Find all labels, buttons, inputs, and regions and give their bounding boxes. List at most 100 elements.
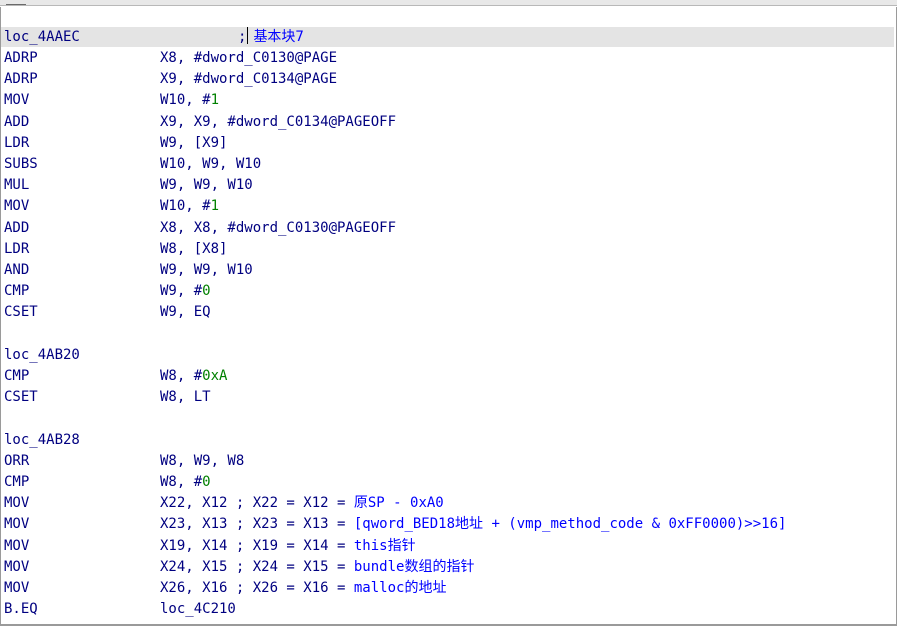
operands: W10, #1	[160, 196, 219, 216]
mnemonic: CMP	[4, 283, 30, 300]
mnemonic: MOV	[4, 580, 30, 596]
code-label-line[interactable]: loc_4AB28	[1, 430, 894, 450]
disassembly-view[interactable]: loc_4AAEC ; 基本块7 ADRP X8, #dword_C0130@PAG…	[0, 7, 897, 626]
operand-text: W10, W9, W10	[160, 156, 262, 172]
immediate-value: 0xA	[202, 368, 228, 384]
immediate-value: 1	[210, 198, 220, 215]
inline-comment: 原SP - 0xA0	[353, 495, 444, 512]
operands: W8, W9, W8	[160, 451, 244, 471]
code-line[interactable]: CMP W8, #0xA	[1, 366, 894, 386]
code-line[interactable]: MOV X24, X15 ; X24 = X15 = bundle数组的指针	[1, 557, 894, 577]
operand-text: W8, [X8]	[160, 240, 228, 257]
immediate-value: 0	[202, 474, 211, 490]
operand-text: W10, #	[160, 198, 211, 215]
code-line[interactable]: ADD X9, X9, #dword_C0134@PAGEOFF	[1, 112, 894, 132]
code-line[interactable]: CSET W9, EQ	[1, 302, 894, 322]
block-label[interactable]: loc_4AB28	[4, 430, 80, 450]
code-line[interactable]: ORR W8, W9, W8	[1, 451, 894, 471]
mnemonic: MOV	[4, 537, 30, 554]
mnemonic: ADD	[4, 219, 30, 236]
code-line[interactable]: LDR W9, [X9]	[1, 133, 894, 153]
operand-text: X26, X16 ; X26 = X16 =	[160, 580, 354, 596]
code-line[interactable]: MOV X26, X16 ; X26 = X16 = malloc的地址	[1, 578, 894, 598]
operand-text: W8, W9, W8	[160, 452, 245, 469]
mnemonic: CMP	[4, 368, 30, 384]
operand-text: X9, X9, #dword_C0134@PAGEOFF	[160, 113, 397, 130]
code-line[interactable]: ADD X8, X8, #dword_C0130@PAGEOFF	[1, 218, 894, 238]
block-comment: 基本块7	[253, 29, 304, 45]
mnemonic: MOV	[4, 558, 30, 575]
text-cursor	[247, 27, 249, 44]
code-label-line[interactable]: loc_4AB20	[1, 345, 894, 365]
operand-text: X19, X14 ; X19 = X14 =	[160, 537, 354, 554]
code-line-header[interactable]: loc_4AAEC ; 基本块7	[1, 27, 894, 47]
mnemonic: ADRP	[4, 71, 38, 88]
code-line[interactable]: CMP W9, #0	[1, 281, 894, 301]
operands: W10, W9, W10	[160, 154, 261, 174]
code-line[interactable]: ADRP X8, #dword_C0130@PAGE	[1, 48, 894, 68]
operand-text: X22, X12 ; X22 = X12 =	[160, 495, 354, 512]
operands: X9, #dword_C0134@PAGE	[160, 69, 337, 89]
code-line[interactable]: AND W9, W9, W10	[1, 260, 894, 280]
mnemonic: MOV	[4, 495, 30, 512]
code-line[interactable]: LDR W8, [X8]	[1, 239, 894, 259]
operands: W8, #0xA	[160, 366, 227, 386]
block-label[interactable]: loc_4AB20	[4, 345, 80, 365]
operand-text: W9, W9, W10	[160, 262, 253, 278]
operands: X22, X12 ; X22 = X12 = 原SP - 0xA0	[160, 493, 444, 513]
mnemonic: CMP	[4, 474, 30, 490]
code-line[interactable]: MOV X23, X13 ; X23 = X13 = [qword_BED18地址…	[1, 514, 894, 534]
code-line[interactable]: MOV X19, X14 ; X19 = X14 = this指针	[1, 536, 894, 556]
code-line[interactable]: MOV W10, #1	[1, 196, 894, 216]
code-line[interactable]: ADRP X9, #dword_C0134@PAGE	[1, 69, 894, 89]
mnemonic: ADD	[4, 113, 30, 130]
operands: X23, X13 ; X23 = X13 = [qword_BED18地址 + …	[160, 514, 786, 534]
operands: W9, #0	[160, 281, 211, 301]
code-line[interactable]: CSET W8, LT	[1, 387, 894, 407]
operand-text: X23, X13 ; X23 = X13 =	[160, 516, 354, 533]
operands: W9, EQ	[160, 302, 211, 322]
immediate-value: 1	[210, 92, 220, 109]
code-line[interactable]: SUBS W10, W9, W10	[1, 154, 894, 174]
mnemonic: MOV	[4, 516, 30, 533]
mnemonic: CSET	[4, 304, 38, 321]
mnemonic: LDR	[4, 134, 30, 151]
operands: W8, LT	[160, 387, 211, 407]
mnemonic: ADRP	[4, 50, 38, 66]
operand-text: W9, [X9]	[160, 134, 228, 151]
operand-text: X8, #dword_C0130@PAGE	[160, 50, 338, 66]
code-line[interactable]: MOV W10, #1	[1, 90, 894, 110]
block-label[interactable]: loc_4AAEC	[4, 27, 80, 47]
operand-text: W8, LT	[160, 389, 211, 406]
operands: W10, #1	[160, 90, 219, 110]
operands: W9, [X9]	[160, 133, 227, 153]
operands: X26, X16 ; X26 = X16 = malloc的地址	[160, 578, 446, 598]
operand-text: W9, #	[160, 283, 203, 300]
operand-text: X9, #dword_C0134@PAGE	[160, 71, 338, 88]
inline-comment: this指针	[353, 537, 416, 554]
operands: X8, X8, #dword_C0130@PAGEOFF	[160, 218, 396, 238]
operand-text: W8, #	[160, 368, 203, 384]
operand-text: loc_4C210	[160, 601, 236, 618]
operands: W9, W9, W10	[160, 260, 253, 280]
code-line[interactable]: MUL W9, W9, W10	[1, 175, 894, 195]
operands: X19, X14 ; X19 = X14 = this指针	[160, 536, 416, 556]
code-line[interactable]: CMP W8, #0	[1, 472, 894, 492]
mnemonic: B.EQ	[4, 601, 38, 618]
operand-text: X8, X8, #dword_C0130@PAGEOFF	[160, 219, 397, 236]
mnemonic: AND	[4, 262, 30, 278]
operands: W8, #0	[160, 472, 211, 492]
operands: loc_4C210	[160, 599, 236, 619]
pane-grip-icon[interactable]	[6, 0, 26, 5]
code-line[interactable]: B.EQ loc_4C210	[1, 599, 894, 619]
operand-text: X24, X15 ; X24 = X15 =	[160, 558, 354, 575]
mnemonic: LDR	[4, 240, 30, 257]
mnemonic: ORR	[4, 452, 30, 469]
inline-comment: bundle数组的指针	[353, 558, 475, 575]
operands: W8, [X8]	[160, 239, 227, 259]
code-line[interactable]: MOV X22, X12 ; X22 = X12 = 原SP - 0xA0	[1, 493, 894, 513]
mnemonic: SUBS	[4, 156, 38, 172]
operand-text: W8, #	[160, 474, 203, 490]
